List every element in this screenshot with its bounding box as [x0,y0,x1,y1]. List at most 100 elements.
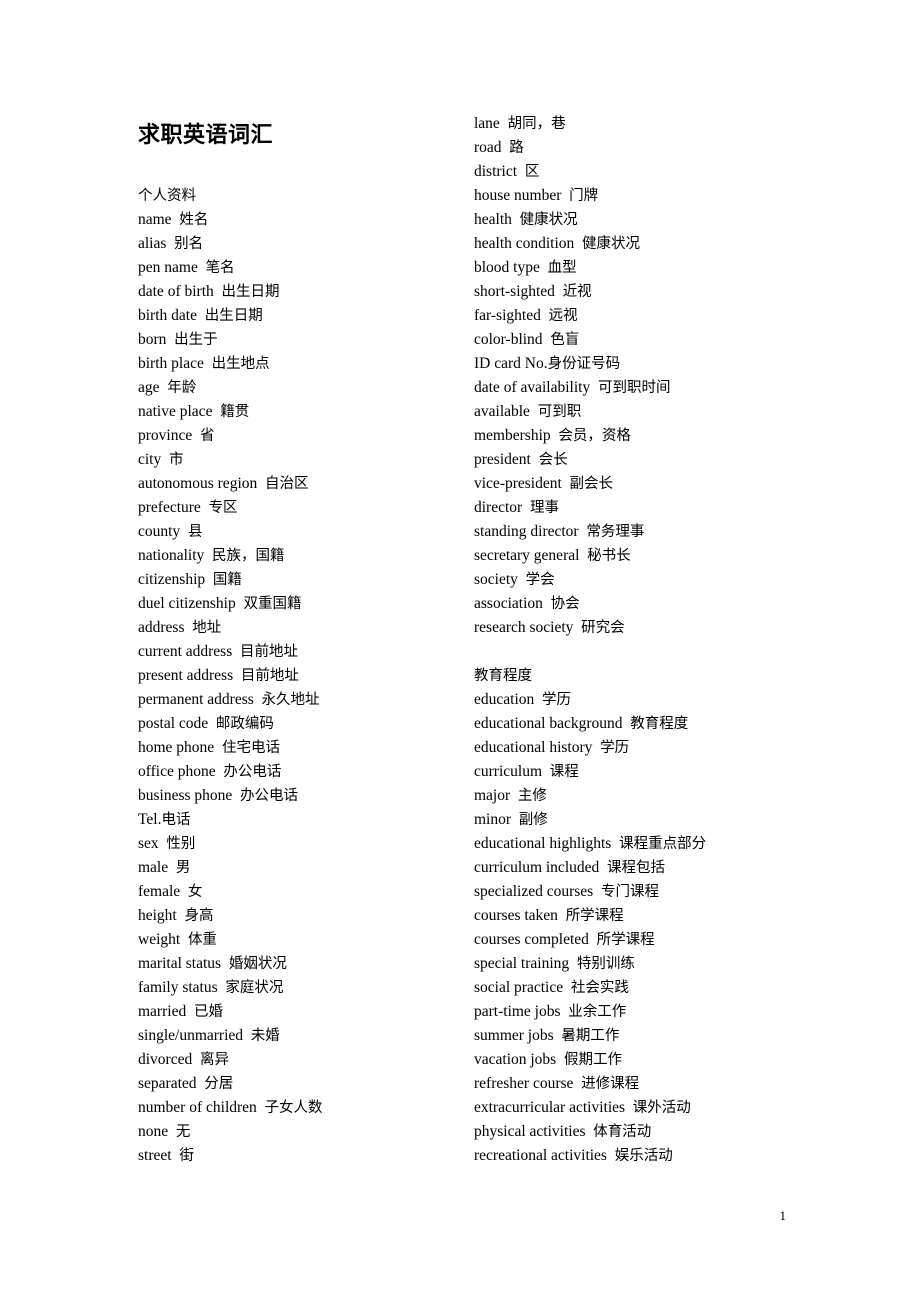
entry-chinese: 课程重点部分 [619,836,707,852]
entry-english: lane [474,115,500,132]
entry-chinese: 双重国籍 [243,596,302,612]
vocabulary-entry: Tel.电话 [138,808,458,832]
entry-gap [208,715,216,732]
entry-chinese: 假期工作 [563,1052,622,1068]
entry-chinese: 身高 [184,908,214,924]
vocabulary-entry: city 市 [138,448,458,472]
entry-chinese: 体重 [187,932,217,948]
section-heading-label: 教育程度 [474,668,532,684]
entry-english: available [474,403,530,420]
vocabulary-entry: road 路 [474,136,804,160]
vocabulary-entry: district 区 [474,160,804,184]
entry-gap [221,955,229,972]
vocabulary-entry: secretary general 秘书长 [474,544,804,568]
vocabulary-entry: blood type 血型 [474,256,804,280]
entry-chinese: 近视 [562,284,592,300]
vocabulary-entry: education 学历 [474,688,804,712]
entry-gap [180,931,188,948]
entry-chinese: 所学课程 [565,908,624,924]
vocabulary-entry: postal code 邮政编码 [138,712,458,736]
entry-gap [512,211,520,228]
entry-english: standing director [474,523,579,540]
entry-chinese: 学会 [525,572,555,588]
entry-chinese: 国籍 [212,572,242,588]
vocabulary-entry: society 学会 [474,568,804,592]
entry-english: separated [138,1075,197,1092]
entry-english: permanent address [138,691,254,708]
entry-chinese: 办公电话 [223,764,282,780]
entry-chinese: 路 [509,140,524,156]
entry-chinese: 色盲 [550,332,580,348]
vocabulary-entry: curriculum 课程 [474,760,804,784]
vocabulary-column-left: 个人资料 name 姓名 alias 别名 pen name 笔名 date of bi… [138,184,458,1168]
entry-english: family status [138,979,218,996]
vocabulary-entry: director 理事 [474,496,804,520]
vocabulary-entry: weight 体重 [138,928,458,952]
entry-gap [611,835,619,852]
entry-gap [531,451,539,468]
vocabulary-entry: duel citizenship 双重国籍 [138,592,458,616]
entry-chinese: 未婚 [250,1028,280,1044]
entry-chinese: 门牌 [569,188,599,204]
entry-english: alias [138,235,167,252]
vocabulary-entry: part-time jobs 业余工作 [474,1000,804,1024]
entry-english: director [474,499,523,516]
entry-chinese: 健康状况 [582,236,641,252]
entry-gap [204,547,212,564]
vocabulary-entry: alias 别名 [138,232,458,256]
vocabulary-entry: none 无 [138,1120,458,1144]
vocabulary-entry: specialized courses 专门课程 [474,880,804,904]
vocabulary-entry: office phone 办公电话 [138,760,458,784]
page-title: 求职英语词汇 [138,123,274,148]
entry-gap [180,883,188,900]
vocabulary-entry: province 省 [138,424,458,448]
entry-english: birth date [138,307,197,324]
vocabulary-entry: native place 籍贯 [138,400,458,424]
entry-chinese: 可到职 [537,404,582,420]
vocabulary-entry: standing director 常务理事 [474,520,804,544]
entry-gap [511,811,519,828]
entry-chinese: 远视 [548,308,578,324]
vocabulary-entry: summer jobs 暑期工作 [474,1024,804,1048]
entry-gap [205,571,213,588]
entry-english: born [138,331,167,348]
entry-chinese: 可到职时间 [597,380,671,396]
entry-chinese: 区 [524,164,540,180]
vocabulary-entry: name 姓名 [138,208,458,232]
entry-gap [563,979,571,996]
entry-gap [540,259,548,276]
vocabulary-entry: nationality 民族，国籍 [138,544,458,568]
vocabulary-entry: minor 副修 [474,808,804,832]
entry-english: membership [474,427,551,444]
entry-english: male [138,859,169,876]
entry-chinese: 县 [187,524,203,540]
entry-english: color-blind [474,331,543,348]
vocabulary-entry: health condition 健康状况 [474,232,804,256]
entry-chinese: 副会长 [569,476,614,492]
vocabulary-entry: date of availability 可到职时间 [474,376,804,400]
entry-chinese: 办公电话 [240,788,299,804]
vocabulary-entry: color-blind 色盲 [474,328,804,352]
entry-chinese: 教育程度 [630,716,689,732]
vocabulary-entry: health 健康状况 [474,208,804,232]
entry-chinese: 主修 [517,788,547,804]
entry-english: nationality [138,547,205,564]
entry-gap [198,259,206,276]
entry-chinese: 会员，资格 [558,428,631,444]
vocabulary-entry: pen name 笔名 [138,256,458,280]
entry-gap [517,163,525,180]
entry-english: address [138,619,185,636]
vocabulary-entry: date of birth 出生日期 [138,280,458,304]
vocabulary-entry: business phone 办公电话 [138,784,458,808]
vocabulary-entry: autonomous region 自治区 [138,472,458,496]
entry-english: educational highlights [474,835,612,852]
entry-gap [168,1123,176,1140]
vocabulary-entry: courses taken 所学课程 [474,904,804,928]
entry-english: current address [138,643,233,660]
entry-english: curriculum included [474,859,600,876]
entry-english: home phone [138,739,215,756]
entry-english: refresher course [474,1075,574,1092]
entry-english: physical activities [474,1123,586,1140]
entry-english: name [138,211,172,228]
vocabulary-entry: number of children 子女人数 [138,1096,458,1120]
